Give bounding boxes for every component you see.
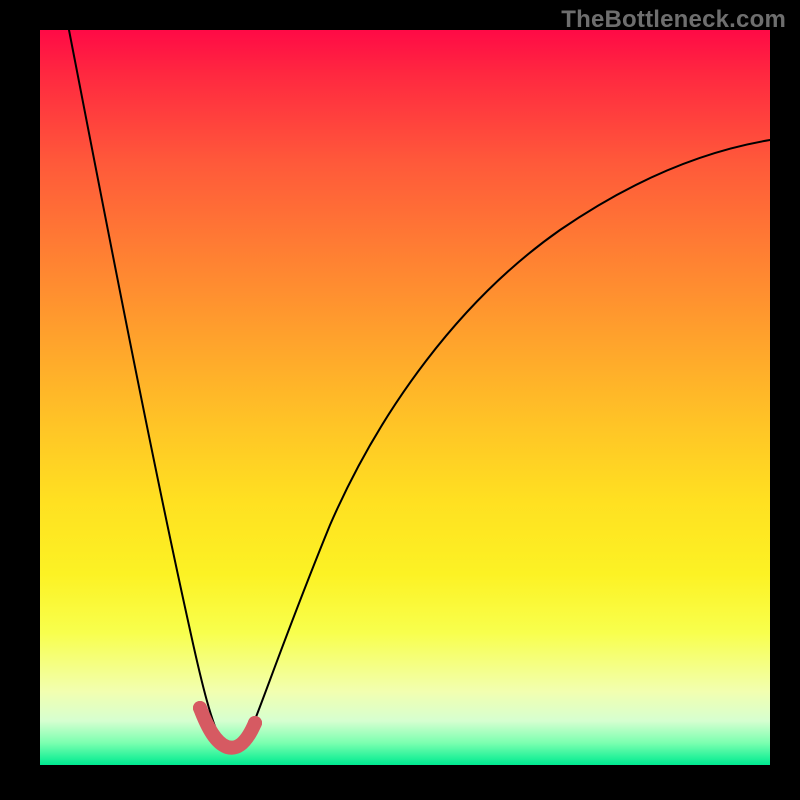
- chart-svg: [40, 30, 770, 765]
- chart-frame: TheBottleneck.com: [0, 0, 800, 800]
- curve-left-branch: [69, 30, 222, 742]
- trough-marker-end-cap: [248, 716, 262, 730]
- trough-marker: [200, 708, 255, 748]
- curve-right-branch: [246, 140, 770, 742]
- chart-plot-area: [40, 30, 770, 765]
- trough-marker-start-cap: [193, 701, 207, 715]
